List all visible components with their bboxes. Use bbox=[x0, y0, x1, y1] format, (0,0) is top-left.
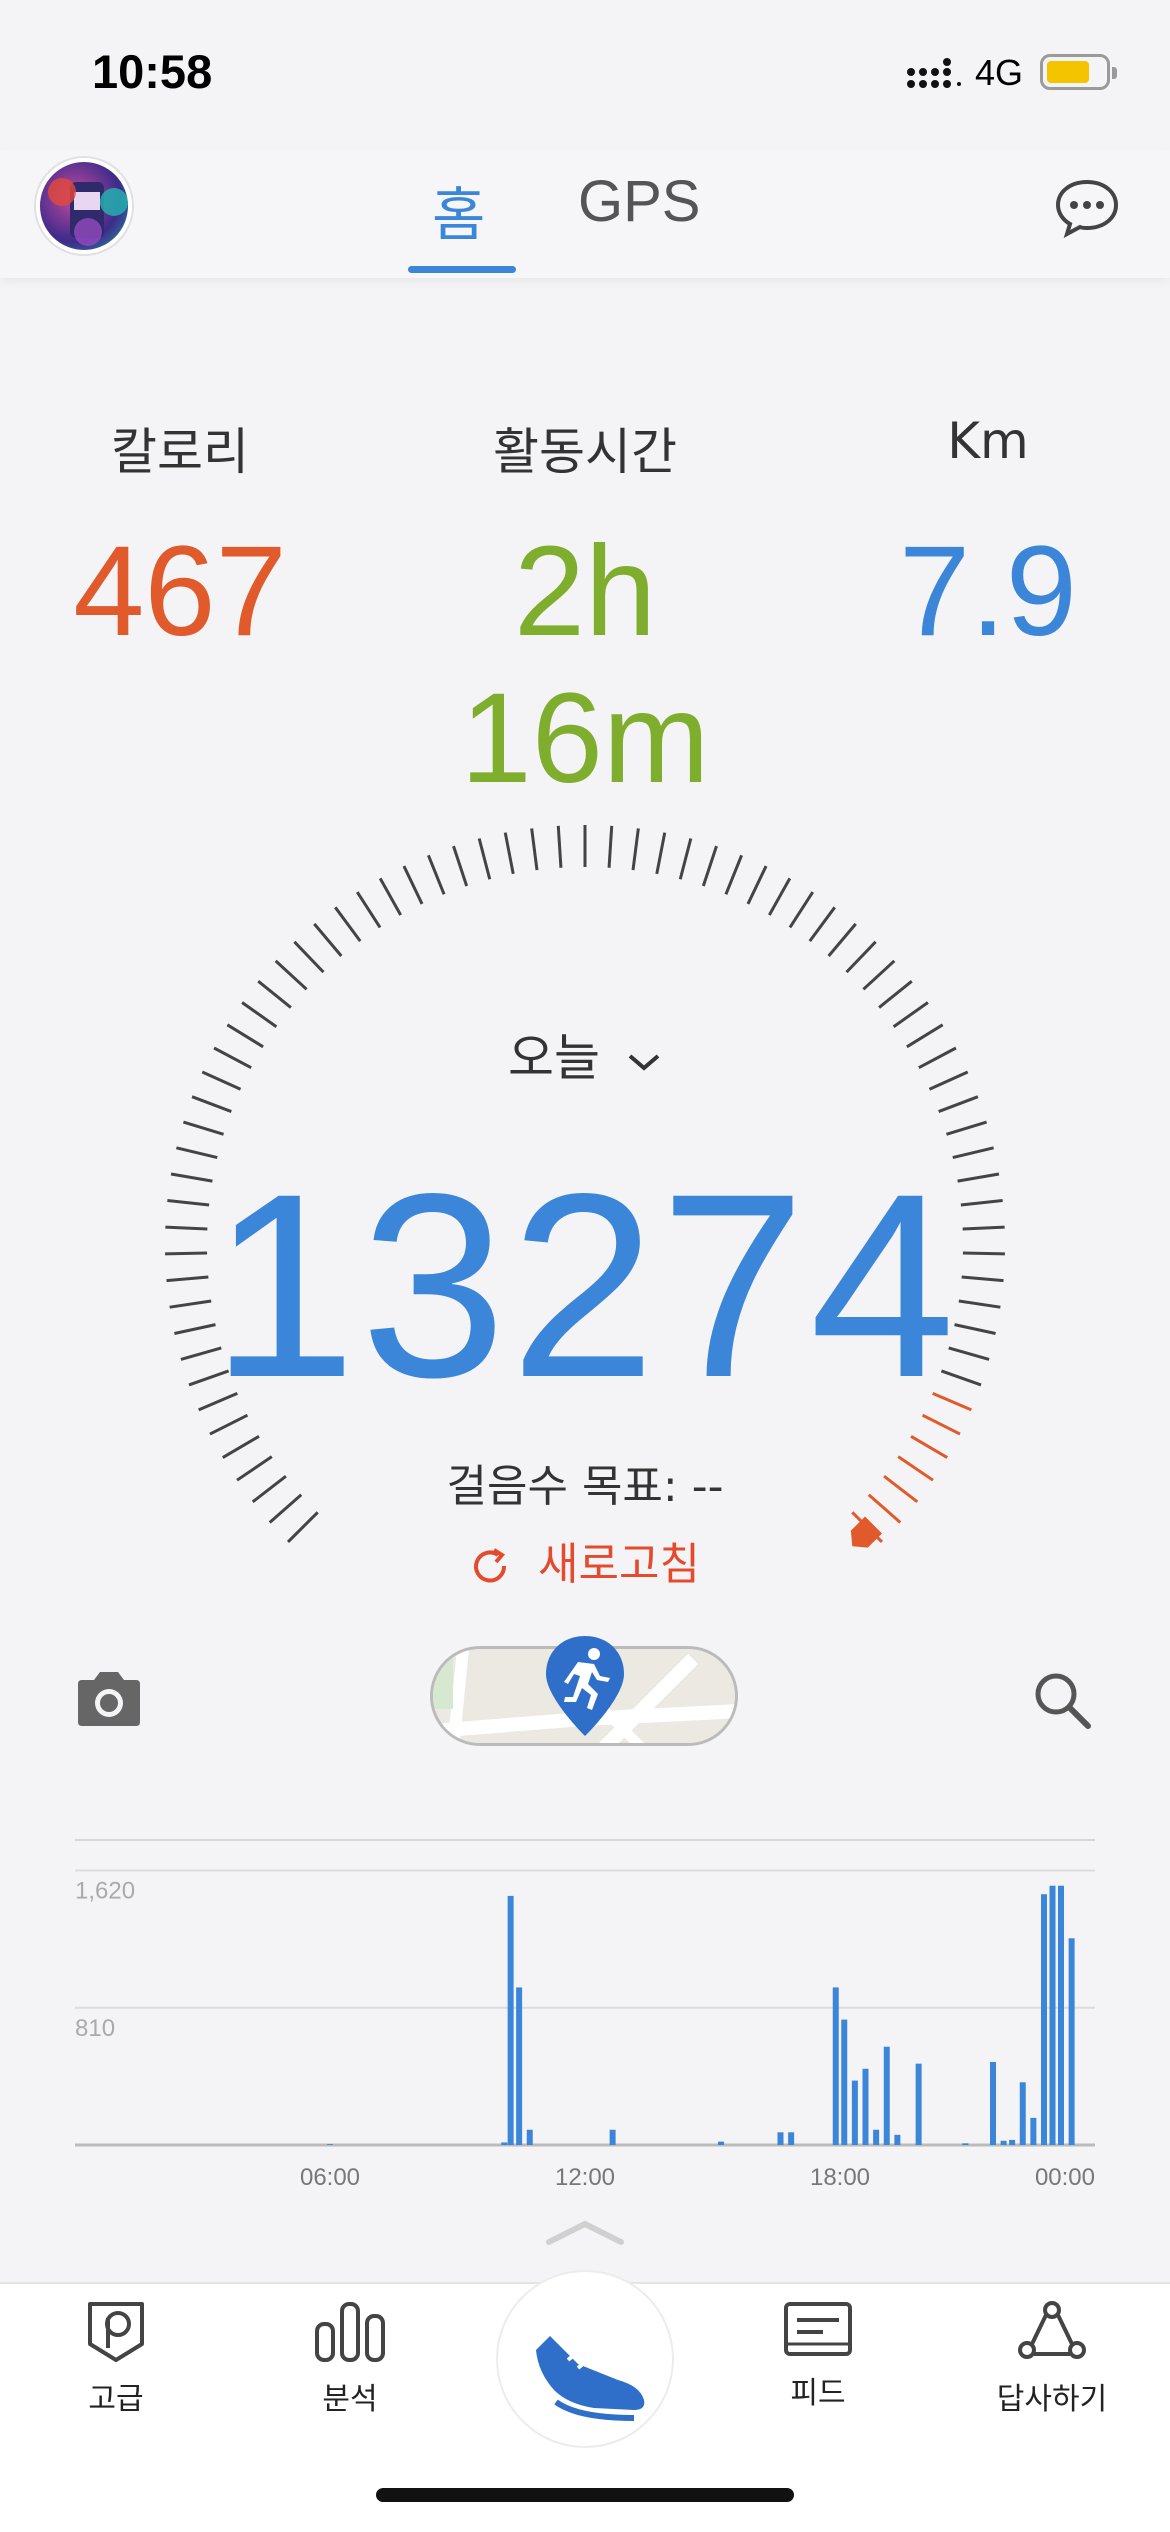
refresh-label: 새로고침 bbox=[538, 1539, 700, 1590]
feed-icon bbox=[784, 2302, 852, 2356]
gauge-tick bbox=[724, 854, 743, 895]
chart-bar bbox=[962, 2143, 969, 2145]
chart-bar bbox=[526, 2129, 533, 2145]
chart-bar bbox=[507, 1895, 514, 2145]
chart-bar bbox=[1000, 2140, 1007, 2145]
step-count: 13274 bbox=[210, 1139, 960, 1432]
gauge-tick bbox=[191, 1095, 232, 1113]
chart-bar bbox=[894, 2134, 901, 2145]
gauge-tick bbox=[257, 979, 292, 1009]
gauge-tick bbox=[452, 845, 469, 887]
gauge-tick bbox=[427, 854, 446, 895]
gauge-tick bbox=[678, 838, 693, 880]
y-tick-label: 1,620 bbox=[75, 1878, 135, 1905]
nav-explore[interactable]: 답사하기 bbox=[962, 2298, 1142, 2418]
y-tick-label: 810 bbox=[75, 2015, 115, 2042]
chart-bar bbox=[718, 2141, 724, 2145]
gauge-tick bbox=[945, 1120, 988, 1136]
nav-analysis-label: 분석 bbox=[322, 2382, 378, 2417]
gauge-tick bbox=[862, 959, 896, 991]
camera-icon[interactable] bbox=[74, 1670, 144, 1728]
chevron-down-icon bbox=[628, 1053, 660, 1071]
chart-bar bbox=[516, 1987, 523, 2145]
chart-bar bbox=[327, 2144, 333, 2145]
gauge-tick bbox=[808, 906, 836, 942]
gauge-tick bbox=[530, 828, 539, 871]
search-icon[interactable] bbox=[1030, 1668, 1094, 1732]
chart-bar bbox=[1041, 1894, 1047, 2145]
gauge-tick bbox=[878, 979, 913, 1009]
premium-icon bbox=[88, 2302, 144, 2362]
explore-icon bbox=[1018, 2301, 1086, 2359]
shoe-icon bbox=[536, 2336, 645, 2421]
gauge-tick bbox=[274, 959, 308, 991]
gauge-tick bbox=[402, 865, 424, 905]
period-label: 오늘 bbox=[508, 1029, 601, 1087]
gauge-tick bbox=[355, 891, 382, 929]
chart-bar bbox=[1009, 2139, 1016, 2145]
gauge-tick bbox=[503, 832, 515, 875]
chart-bar bbox=[873, 2129, 880, 2145]
nav-feed-label: 피드 bbox=[790, 2376, 846, 2411]
period-selector[interactable]: 오늘 bbox=[0, 1018, 1170, 1090]
app-screen: 10:58 4G 홈 GPS 칼로리 활동시간 Km 467 2h 16m 7.… bbox=[0, 0, 1170, 2532]
chart-bar bbox=[1058, 1885, 1064, 2145]
nav-analysis[interactable]: 분석 bbox=[260, 2298, 440, 2418]
gauge-tick bbox=[607, 825, 614, 868]
x-tick-label: 12:00 bbox=[555, 2164, 615, 2190]
gauge-tick bbox=[845, 940, 877, 974]
gauge-tick bbox=[827, 922, 857, 957]
chart-bar bbox=[990, 2061, 996, 2145]
gauge-tick bbox=[313, 922, 343, 957]
chart-bar bbox=[841, 2019, 848, 2145]
chart-bar bbox=[862, 2068, 869, 2145]
chart-bar bbox=[501, 2142, 508, 2145]
home-indicator bbox=[376, 2488, 794, 2502]
running-pin-icon bbox=[546, 1636, 624, 1736]
nav-explore-label: 답사하기 bbox=[996, 2382, 1108, 2417]
gauge-tick bbox=[631, 828, 640, 871]
chart-bar bbox=[1019, 2082, 1026, 2145]
x-tick-label: 00:00 bbox=[1035, 2164, 1095, 2190]
chart-bar bbox=[1049, 1885, 1056, 2145]
chart-bar bbox=[1030, 2117, 1037, 2145]
gauge-tick bbox=[293, 940, 325, 974]
x-tick-label: 06:00 bbox=[300, 2164, 360, 2190]
gauge-tick bbox=[788, 891, 815, 929]
bar-chart-icon bbox=[315, 2302, 385, 2362]
hourly-steps-chart: 1,620 810 06:00 12:00 18:00 00:00 bbox=[75, 1839, 1095, 2190]
nav-feed[interactable]: 피드 bbox=[728, 2298, 908, 2412]
chart-bar bbox=[915, 2063, 922, 2145]
chart-bar bbox=[609, 2129, 616, 2145]
step-goal: 걸음수 목표: -- bbox=[446, 1461, 724, 1512]
gauge-tick bbox=[701, 845, 718, 887]
nav-premium[interactable]: 고급 bbox=[26, 2298, 206, 2418]
refresh-icon bbox=[474, 1548, 507, 1583]
gauge-tick bbox=[655, 832, 667, 875]
chart-bar bbox=[777, 2132, 784, 2145]
chart-bar bbox=[832, 1987, 839, 2145]
gauge-tick bbox=[182, 1120, 225, 1136]
chart-bar bbox=[1068, 1938, 1075, 2145]
gauge-tick bbox=[746, 865, 768, 905]
x-tick-label: 18:00 bbox=[810, 2164, 870, 2190]
gauge-tick bbox=[556, 825, 563, 868]
gauge-tick bbox=[768, 877, 792, 916]
expand-chevron-icon[interactable] bbox=[545, 2218, 625, 2248]
nav-premium-label: 고급 bbox=[88, 2382, 144, 2417]
refresh-button[interactable]: 새로고침 bbox=[0, 1528, 1170, 1592]
chart-bar bbox=[788, 2132, 795, 2145]
chart-bar bbox=[883, 2046, 890, 2145]
nav-center-button[interactable] bbox=[496, 2270, 674, 2448]
gauge-tick bbox=[477, 838, 492, 880]
gauge-tick bbox=[334, 906, 362, 942]
chart-bar bbox=[851, 2080, 858, 2145]
gauge-tick bbox=[938, 1095, 979, 1113]
gauge-tick bbox=[378, 877, 402, 916]
